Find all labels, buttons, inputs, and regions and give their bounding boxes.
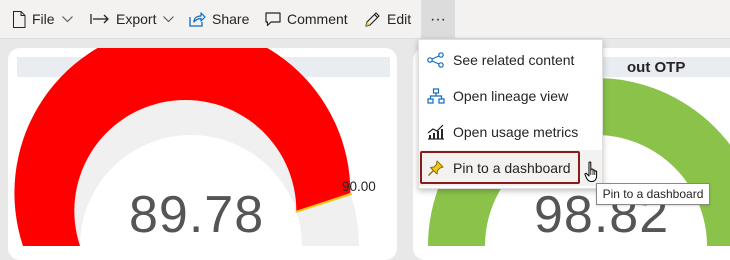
hand-cursor-icon	[584, 161, 598, 182]
toolbar: File Export Share Comment Edit ···	[0, 0, 730, 39]
edit-label: Edit	[387, 11, 412, 27]
comment-icon	[265, 11, 281, 27]
related-content-icon	[419, 52, 453, 68]
share-label: Share	[212, 11, 250, 27]
file-icon	[12, 10, 26, 28]
more-options-menu: See related content Open lineage view Op…	[418, 39, 603, 189]
pencil-icon	[364, 11, 381, 28]
file-menu-label: File	[32, 11, 55, 27]
comment-button[interactable]: Comment	[261, 0, 352, 38]
menu-item-pin-to-dashboard[interactable]: Pin to a dashboard	[419, 150, 602, 186]
menu-item-label: Open lineage view	[453, 88, 569, 104]
menu-item-label: Open usage metrics	[453, 124, 579, 140]
usage-metrics-icon	[419, 124, 453, 140]
gauge-target-label: 90.00	[342, 179, 376, 194]
more-options-icon: ···	[430, 10, 446, 28]
lineage-icon	[419, 88, 453, 104]
chevron-down-icon	[163, 15, 175, 23]
share-icon	[189, 11, 206, 27]
gauge-card-overall-otp[interactable]: Overall OTP 89.78 90.00	[8, 48, 397, 260]
gauge-value: 89.78	[129, 186, 265, 244]
menu-item-label: Pin to a dashboard	[453, 160, 571, 176]
file-menu-button[interactable]: File	[8, 0, 77, 38]
menu-item-see-related-content[interactable]: See related content	[419, 42, 602, 78]
share-button[interactable]: Share	[185, 0, 253, 38]
export-menu-label: Export	[116, 11, 157, 27]
chevron-down-icon	[61, 15, 73, 23]
comment-label: Comment	[287, 11, 348, 27]
tooltip: Pin to a dashboard	[596, 183, 710, 205]
menu-item-label: See related content	[453, 52, 575, 68]
menu-item-open-usage-metrics[interactable]: Open usage metrics	[419, 114, 602, 150]
pin-icon	[419, 160, 453, 177]
export-menu-button[interactable]: Export	[86, 0, 178, 38]
edit-button[interactable]: Edit	[360, 0, 415, 38]
export-icon	[90, 13, 110, 25]
menu-item-open-lineage-view[interactable]: Open lineage view	[419, 78, 602, 114]
more-options-button[interactable]: ···	[421, 0, 455, 39]
